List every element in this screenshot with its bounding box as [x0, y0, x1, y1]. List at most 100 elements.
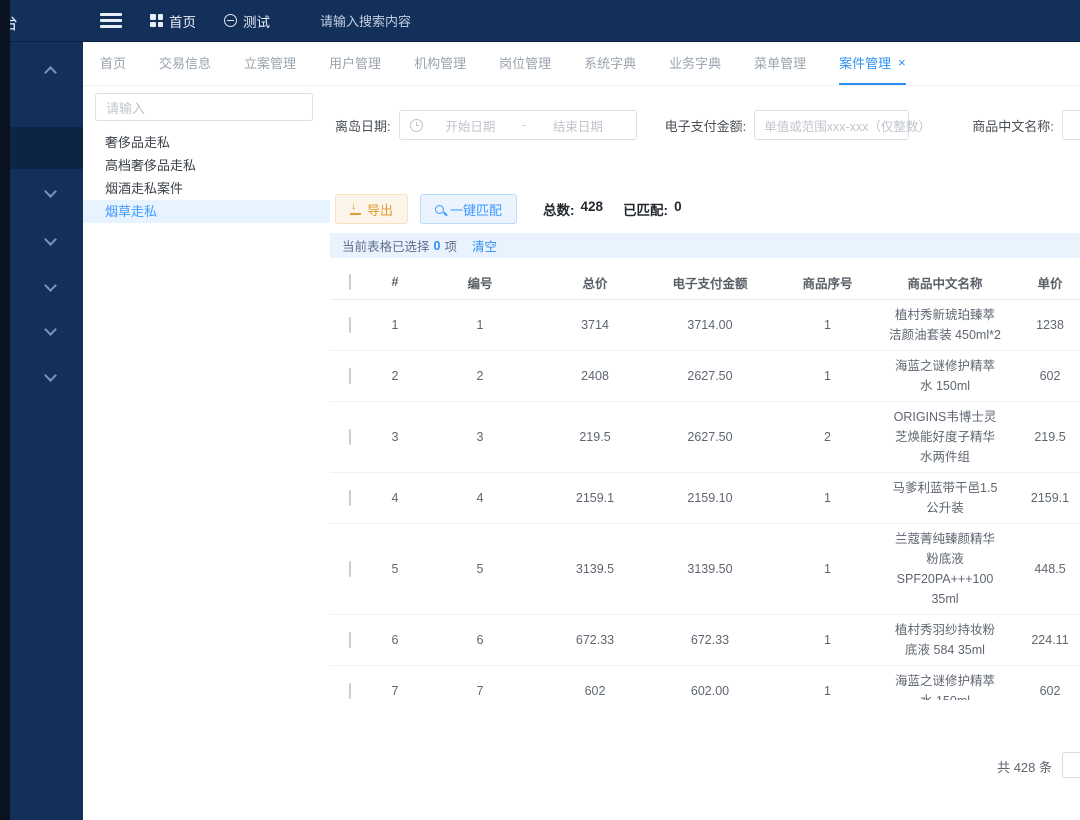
app-window: 台 首页 测试 请输入搜索内容 首页交易信息立案管理用户管理机构管理岗位管理系统… [0, 0, 1080, 820]
table-row: 77602602.001海蓝之谜修护精萃水 150ml602 [330, 665, 1080, 700]
table-row: 553139.53139.501兰蔻菁纯臻颜精华粉底液SPF20PA+++100… [330, 523, 1080, 614]
tree-item[interactable]: 奢侈品走私 [83, 131, 330, 154]
case-detail-panel: 离岛日期: 开始日期 - 结束日期 电子支付金额: 单值或范围xxx-xxx（仅… [330, 86, 1080, 819]
cell-code: 7 [420, 665, 540, 700]
download-icon [350, 204, 361, 215]
cell-unit-price: 448.5 [1005, 523, 1080, 614]
select-all-checkbox[interactable] [349, 274, 351, 290]
tree-item[interactable]: 高档奢侈品走私 [83, 154, 330, 177]
global-search-input[interactable]: 请输入搜索内容 [320, 11, 411, 30]
tab-label: 系统字典 [584, 53, 636, 72]
cell-total: 3714 [540, 299, 650, 350]
header-checkbox-cell [330, 266, 370, 299]
cell-payment: 2627.50 [650, 401, 770, 472]
cell-seq: 1 [770, 665, 885, 700]
row-checkbox-cell [330, 299, 370, 350]
tab-label: 首页 [100, 53, 126, 72]
tabbar: 首页 交易信息 立案管理用户管理 机构管理 岗位管理 系统字典 业务字典 菜单管理案件管理× [83, 41, 1080, 86]
tab-close-icon[interactable]: × [898, 55, 906, 70]
tab-首页[interactable]: 首页 [100, 41, 126, 85]
tab-label: 业务字典 [669, 53, 721, 72]
export-button[interactable]: 导出 [335, 194, 408, 224]
column-header: 商品中文名称 [885, 266, 1005, 299]
nav-home-label: 首页 [169, 11, 196, 31]
record-count: 共 428 条 [997, 757, 1052, 776]
tab-交易信息[interactable]: 交易信息 [159, 41, 211, 85]
tab-岗位管理[interactable]: 岗位管理 [499, 41, 551, 85]
cell-product-name: 兰蔻菁纯臻颜精华粉底液SPF20PA+++100 35ml [885, 523, 1005, 614]
row-index: 1 [370, 299, 420, 350]
cell-product-name: 马爹利蓝带干邑1.5公升装 [885, 472, 1005, 523]
left-edge-strip [0, 0, 10, 820]
chevron-down-icon[interactable] [44, 369, 57, 382]
tab-label: 机构管理 [414, 53, 466, 72]
tab-案件管理[interactable]: 案件管理× [839, 41, 906, 85]
product-name-input[interactable] [1062, 110, 1080, 140]
grid-icon [150, 14, 163, 27]
cell-unit-price: 2159.1 [1005, 472, 1080, 523]
chevron-down-icon[interactable] [44, 233, 57, 246]
tab-机构管理[interactable]: 机构管理 [414, 41, 466, 85]
tree-search-input[interactable]: 请输入 [95, 93, 313, 121]
row-index: 4 [370, 472, 420, 523]
row-checkbox[interactable] [349, 561, 351, 577]
chevron-up-icon[interactable] [44, 66, 57, 79]
match-stats: 总数: 428 已匹配: 0 [543, 199, 682, 219]
cell-unit-price: 224.11 [1005, 614, 1080, 665]
date-range-picker[interactable]: 开始日期 - 结束日期 [399, 110, 637, 140]
column-header: 编号 [420, 266, 540, 299]
tab-业务字典[interactable]: 业务字典 [669, 41, 721, 85]
chevron-down-icon[interactable] [44, 323, 57, 336]
cell-code: 3 [420, 401, 540, 472]
clear-selection-link[interactable]: 清空 [472, 236, 497, 255]
payment-amount-input[interactable]: 单值或范围xxx-xxx（仅整数） [754, 110, 909, 140]
table-row: 442159.12159.101马爹利蓝带干邑1.5公升装2159.1 [330, 472, 1080, 523]
nav-item-home[interactable]: 首页 [150, 11, 196, 31]
date-filter-label: 离岛日期: [335, 116, 391, 135]
row-checkbox[interactable] [349, 429, 351, 445]
date-end-input[interactable]: 结束日期 [530, 116, 625, 135]
column-header: 总价 [540, 266, 650, 299]
main-area: 首页交易信息立案管理用户管理机构管理岗位管理系统字典业务字典菜单管理案件管理× … [83, 41, 1080, 820]
row-checkbox[interactable] [349, 317, 351, 333]
row-checkbox[interactable] [349, 490, 351, 506]
nav-item-test[interactable]: 测试 [224, 11, 270, 31]
row-checkbox-cell [330, 523, 370, 614]
tree-item[interactable]: 烟草走私 [83, 200, 330, 223]
cell-total: 3139.5 [540, 523, 650, 614]
row-checkbox[interactable] [349, 632, 351, 648]
row-index: 6 [370, 614, 420, 665]
minus-circle-icon [224, 14, 237, 27]
tab-label: 交易信息 [159, 53, 211, 72]
one-click-match-button[interactable]: 一键匹配 [420, 194, 517, 224]
cell-product-name: 海蓝之谜修护精萃水 150ml [885, 350, 1005, 401]
chevron-down-icon[interactable] [44, 185, 57, 198]
selection-count: 0 [434, 239, 441, 253]
row-checkbox[interactable] [349, 368, 351, 384]
toolbar: 导出 一键匹配 总数: 428 已匹配: 0 [335, 194, 682, 224]
clock-icon [410, 119, 423, 132]
content: 请输入 奢侈品走私高档奢侈品走私烟酒走私案件烟草走私 离岛日期: 开始日期 - … [83, 86, 1080, 819]
row-checkbox[interactable] [349, 683, 351, 699]
cell-payment: 602.00 [650, 665, 770, 700]
pagination-page-button[interactable] [1062, 752, 1080, 778]
filter-row: 离岛日期: 开始日期 - 结束日期 电子支付金额: 单值或范围xxx-xxx（仅… [335, 110, 1080, 140]
sidebar-active-item[interactable] [10, 127, 83, 169]
tab-菜单管理[interactable]: 菜单管理 [754, 41, 806, 85]
selection-bar: 当前表格已选择 0 项 清空 [330, 233, 1080, 258]
matched-value: 0 [674, 199, 682, 219]
tree-item[interactable]: 烟酒走私案件 [83, 177, 330, 200]
top-navbar: 台 首页 测试 请输入搜索内容 [0, 0, 1080, 41]
selection-prefix: 当前表格已选择 [342, 236, 430, 255]
hamburger-menu-icon[interactable] [100, 10, 122, 32]
row-checkbox-cell [330, 472, 370, 523]
cell-seq: 1 [770, 614, 885, 665]
cell-code: 5 [420, 523, 540, 614]
tab-立案管理[interactable]: 立案管理 [244, 41, 296, 85]
tab-系统字典[interactable]: 系统字典 [584, 41, 636, 85]
tab-用户管理[interactable]: 用户管理 [329, 41, 381, 85]
table-header-row: #编号总价电子支付金额商品序号商品中文名称单价 [330, 266, 1080, 299]
chevron-down-icon[interactable] [44, 279, 57, 292]
date-start-input[interactable]: 开始日期 [423, 116, 518, 135]
case-type-panel: 请输入 奢侈品走私高档奢侈品走私烟酒走私案件烟草走私 [83, 86, 330, 819]
